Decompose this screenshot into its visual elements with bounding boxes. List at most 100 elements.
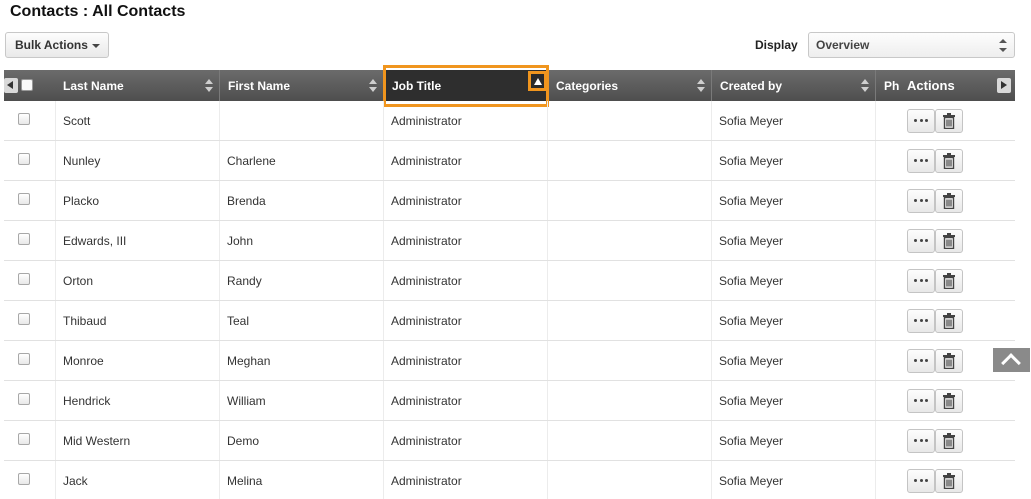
sort-ascending-icon[interactable] [528, 71, 547, 91]
ellipsis-icon [914, 399, 928, 403]
cell-job-title: Administrator [391, 473, 462, 488]
row-checkbox[interactable] [18, 153, 30, 165]
more-actions-button[interactable] [907, 389, 935, 413]
column-divider [875, 381, 876, 420]
cell-last-name: Scott [63, 113, 91, 128]
column-divider [219, 261, 220, 300]
sort-icon[interactable] [697, 79, 705, 92]
column-label: Last Name [63, 78, 124, 93]
display-select[interactable]: Overview [808, 32, 1015, 58]
row-checkbox[interactable] [18, 433, 30, 445]
cell-created-by: Sofia Meyer [719, 313, 784, 328]
column-divider [547, 301, 548, 340]
more-actions-button[interactable] [907, 309, 935, 333]
cell-created-by: Sofia Meyer [719, 393, 784, 408]
sort-icon[interactable] [369, 79, 377, 92]
column-divider [219, 221, 220, 260]
column-header-created-by[interactable]: Created by [712, 70, 876, 101]
cell-first-name: Charlene [227, 153, 276, 168]
row-checkbox[interactable] [18, 113, 30, 125]
more-actions-button[interactable] [907, 189, 935, 213]
sort-icon[interactable] [861, 79, 869, 92]
column-divider [383, 341, 384, 380]
caret-down-icon [91, 44, 100, 48]
column-divider [55, 421, 56, 460]
column-header-last-name[interactable]: Last Name [55, 70, 220, 101]
row-checkbox[interactable] [18, 393, 30, 405]
column-divider [383, 181, 384, 220]
row-checkbox[interactable] [18, 273, 30, 285]
column-header-first-name[interactable]: First Name [220, 70, 384, 101]
column-divider [547, 101, 548, 140]
chevron-up-icon[interactable] [993, 348, 1030, 372]
table-row[interactable]: Edwards, III John Administrator Sofia Meyer [4, 221, 1015, 261]
more-actions-button[interactable] [907, 469, 935, 493]
column-divider [55, 181, 56, 220]
column-header-actions: Actions [899, 70, 994, 101]
cell-job-title: Administrator [391, 193, 462, 208]
ellipsis-icon [914, 479, 928, 483]
column-header-categories[interactable]: Categories [548, 70, 712, 101]
column-divider [875, 341, 876, 380]
table-row[interactable]: Thibaud Teal Administrator Sofia Meyer [4, 301, 1015, 341]
column-divider [219, 101, 220, 140]
bulk-actions-button[interactable]: Bulk Actions [5, 32, 109, 58]
delete-button[interactable] [935, 309, 963, 333]
cell-last-name: Edwards, III [63, 233, 127, 248]
ellipsis-icon [914, 279, 928, 283]
cell-first-name: Brenda [227, 193, 266, 208]
more-actions-button[interactable] [907, 269, 935, 293]
column-divider [383, 221, 384, 260]
table-row[interactable]: Orton Randy Administrator Sofia Meyer [4, 261, 1015, 301]
cell-first-name: William [227, 393, 266, 408]
row-checkbox[interactable] [18, 473, 30, 485]
scroll-right-icon[interactable] [997, 78, 1011, 93]
table-row[interactable]: Placko Brenda Administrator Sofia Meyer [4, 181, 1015, 221]
scroll-left-icon[interactable] [4, 78, 18, 93]
delete-button[interactable] [935, 189, 963, 213]
table-row[interactable]: Mid Western Demo Administrator Sofia Meyer [4, 421, 1015, 461]
row-checkbox[interactable] [18, 193, 30, 205]
cell-created-by: Sofia Meyer [719, 193, 784, 208]
more-actions-button[interactable] [907, 109, 935, 133]
column-divider [547, 261, 548, 300]
more-actions-button[interactable] [907, 149, 935, 173]
more-actions-button[interactable] [907, 429, 935, 453]
cell-job-title: Administrator [391, 273, 462, 288]
row-checkbox[interactable] [18, 353, 30, 365]
delete-button[interactable] [935, 269, 963, 293]
more-actions-button[interactable] [907, 229, 935, 253]
column-divider [875, 181, 876, 220]
column-divider [711, 461, 712, 499]
column-label: Categories [556, 78, 619, 93]
ellipsis-icon [914, 319, 928, 323]
cell-last-name: Jack [63, 473, 88, 488]
trash-icon [943, 153, 955, 169]
column-divider [875, 141, 876, 180]
column-divider [711, 141, 712, 180]
more-actions-button[interactable] [907, 349, 935, 373]
cell-created-by: Sofia Meyer [719, 433, 784, 448]
sort-icon[interactable] [205, 79, 213, 92]
delete-button[interactable] [935, 109, 963, 133]
table-row[interactable]: Jack Melina Administrator Sofia Meyer [4, 461, 1015, 499]
select-all-checkbox[interactable] [21, 79, 33, 91]
delete-button[interactable] [935, 349, 963, 373]
delete-button[interactable] [935, 469, 963, 493]
row-checkbox[interactable] [18, 313, 30, 325]
column-divider [711, 101, 712, 140]
table-row[interactable]: Hendrick William Administrator Sofia Meyer [4, 381, 1015, 421]
row-checkbox[interactable] [18, 233, 30, 245]
column-divider [219, 461, 220, 499]
cell-first-name: John [227, 233, 254, 248]
delete-button[interactable] [935, 389, 963, 413]
column-header-job-title[interactable]: Job Title [384, 70, 548, 101]
table-row[interactable]: Nunley Charlene Administrator Sofia Meyer [4, 141, 1015, 181]
trash-icon [943, 273, 955, 289]
delete-button[interactable] [935, 229, 963, 253]
table-row[interactable]: Scott Administrator Sofia Meyer [4, 101, 1015, 141]
table-row[interactable]: Monroe Meghan Administrator Sofia Meyer [4, 341, 1015, 381]
column-divider [219, 421, 220, 460]
delete-button[interactable] [935, 149, 963, 173]
delete-button[interactable] [935, 429, 963, 453]
